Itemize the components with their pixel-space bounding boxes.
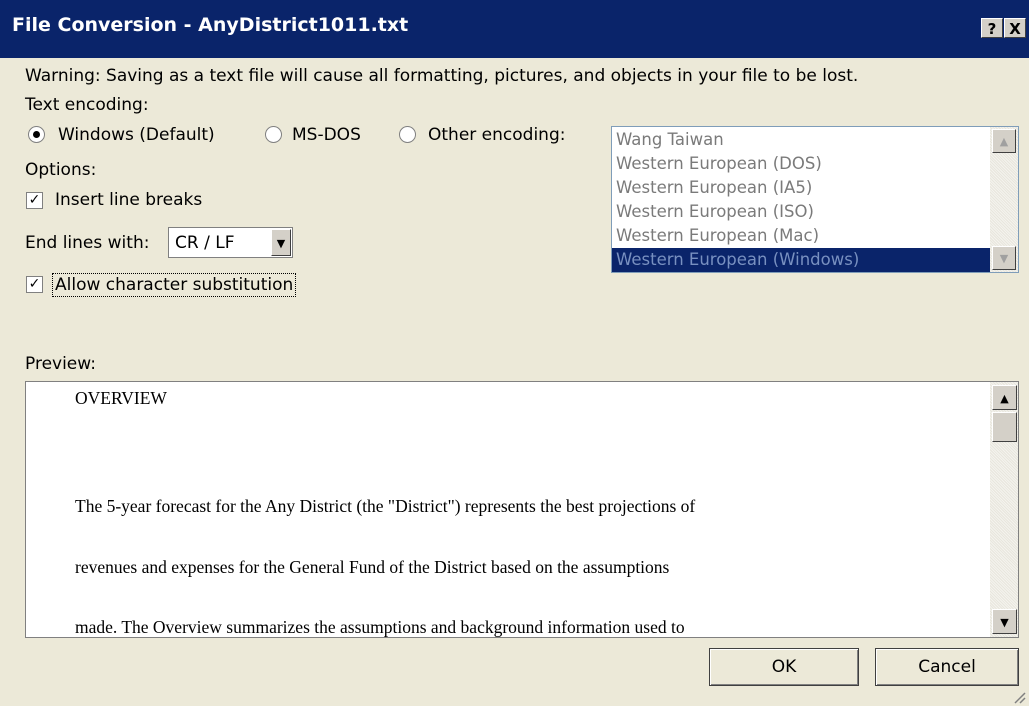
radio-windows[interactable] [28, 126, 45, 143]
preview-line: revenues and expenses for the General Fu… [75, 557, 670, 577]
list-item[interactable]: Western European (Mac) [616, 224, 819, 248]
scroll-down-icon[interactable]: ▼ [992, 246, 1016, 270]
radio-other-encoding[interactable] [399, 126, 416, 143]
end-lines-value: CR / LF [175, 233, 235, 253]
preview-pane[interactable]: OVERVIEW The 5-year forecast for the Any… [25, 381, 1019, 638]
preview-scrollbar[interactable]: ▲ ▼ [990, 382, 1018, 637]
options-label: Options: [25, 160, 97, 180]
radio-windows-label[interactable]: Windows (Default) [58, 125, 215, 145]
scroll-up-icon[interactable]: ▲ [992, 129, 1016, 153]
allow-substitution-checkbox[interactable]: ✓ [26, 276, 43, 293]
warning-text: Warning: Saving as a text file will caus… [25, 66, 859, 86]
scroll-down-icon[interactable]: ▼ [992, 609, 1017, 634]
cancel-button[interactable]: Cancel [875, 648, 1019, 686]
ok-button[interactable]: OK [709, 648, 859, 686]
end-lines-select[interactable]: CR / LF ▼ [168, 227, 293, 258]
resize-grip-icon[interactable] [1012, 690, 1026, 704]
file-conversion-dialog: File Conversion - AnyDistrict1011.txt ? … [0, 0, 1029, 706]
title-bar[interactable]: File Conversion - AnyDistrict1011.txt ? … [0, 0, 1029, 58]
scroll-up-icon[interactable]: ▲ [992, 385, 1017, 410]
list-item[interactable]: Western European (IA5) [616, 176, 812, 200]
text-encoding-label: Text encoding: [25, 95, 149, 115]
radio-ms-dos-label[interactable]: MS-DOS [292, 125, 361, 145]
preview-line: made. The Overview summarizes the assump… [75, 617, 685, 637]
insert-line-breaks-label[interactable]: Insert line breaks [55, 190, 202, 210]
preview-line: OVERVIEW [75, 388, 167, 408]
encoding-listbox[interactable]: Wang Taiwan Western European (DOS) Weste… [611, 126, 1019, 273]
preview-line: The 5-year forecast for the Any District… [75, 496, 696, 516]
list-item[interactable]: Western European (DOS) [616, 152, 822, 176]
radio-ms-dos[interactable] [265, 126, 282, 143]
list-item[interactable]: Western European (ISO) [616, 200, 814, 224]
close-button[interactable]: X [1004, 18, 1026, 38]
end-lines-label: End lines with: [25, 233, 150, 253]
encoding-list-scrollbar[interactable]: ▲ ▼ [990, 127, 1018, 272]
chevron-down-icon[interactable]: ▼ [271, 229, 291, 256]
window-title: File Conversion - AnyDistrict1011.txt [12, 14, 409, 36]
list-item[interactable]: Wang Taiwan [616, 128, 724, 152]
help-button[interactable]: ? [981, 18, 1003, 38]
insert-line-breaks-checkbox[interactable]: ✓ [26, 192, 43, 209]
scroll-thumb[interactable] [992, 412, 1017, 442]
radio-other-encoding-label[interactable]: Other encoding: [428, 125, 565, 145]
preview-label: Preview: [25, 354, 96, 374]
list-item-selected[interactable]: Western European (Windows) [612, 248, 990, 272]
allow-substitution-label[interactable]: Allow character substitution [52, 273, 297, 297]
